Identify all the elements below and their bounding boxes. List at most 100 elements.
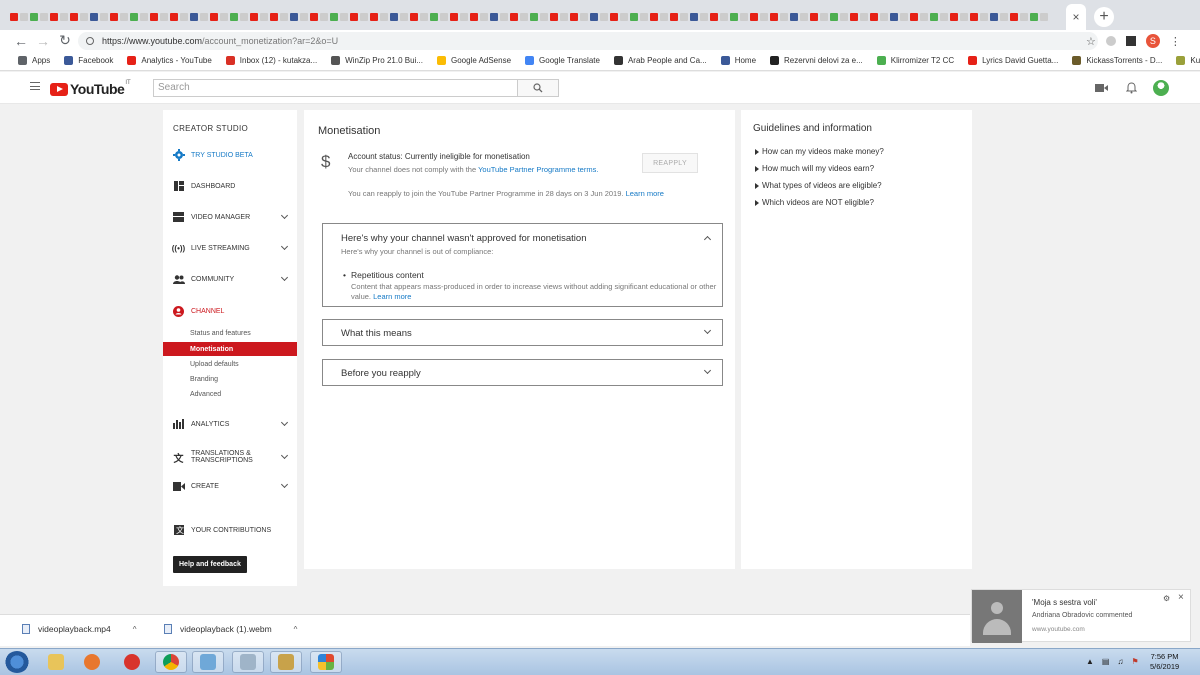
chevron-down-icon[interactable]: [703, 326, 712, 335]
tab-favicon[interactable]: [690, 12, 698, 21]
accordion-not-approved[interactable]: Here's why your channel wasn't approved …: [322, 223, 723, 307]
tab-favicon[interactable]: [1020, 12, 1028, 21]
guideline-link[interactable]: What types of videos are eligible?: [755, 181, 882, 190]
partner-terms-link[interactable]: YouTube Partner Programme terms.: [478, 165, 598, 174]
volume-icon[interactable]: ♫: [1117, 657, 1123, 666]
extension-badge-icon[interactable]: [1125, 36, 1136, 46]
flag-icon[interactable]: ⚑: [1131, 657, 1138, 666]
network-icon[interactable]: ▤: [1102, 657, 1110, 666]
tab-favicon[interactable]: [600, 12, 608, 21]
tab-favicon[interactable]: [170, 12, 178, 21]
sidebar-item-live-streaming[interactable]: ((•)) LIVE STREAMING: [163, 240, 297, 256]
download-item[interactable]: videoplayback.mp4 ^: [22, 624, 137, 634]
tab-favicon[interactable]: [190, 12, 198, 21]
tab-favicon[interactable]: [140, 12, 148, 21]
gear-icon[interactable]: ⚙: [1163, 594, 1170, 603]
bookmark-item[interactable]: Inbox (12) - kutakza...: [225, 56, 317, 65]
tab-favicon[interactable]: [540, 12, 548, 21]
tab-favicon[interactable]: [680, 12, 688, 21]
channel-sub-branding[interactable]: Branding: [163, 372, 297, 386]
tab-favicon[interactable]: [210, 12, 218, 21]
bookmark-item[interactable]: Arab People and Ca...: [613, 56, 707, 65]
tab-favicon[interactable]: [810, 12, 818, 21]
bookmark-item[interactable]: KickassTorrents - D...: [1072, 56, 1162, 65]
tab-favicon[interactable]: [770, 12, 778, 21]
tab-favicon[interactable]: [520, 12, 528, 21]
tab-favicon[interactable]: [900, 12, 908, 21]
chevron-up-icon[interactable]: ^: [133, 625, 137, 634]
tab-favicon[interactable]: [290, 12, 298, 21]
tab-favicon[interactable]: [80, 12, 88, 21]
tab-favicon[interactable]: [450, 12, 458, 21]
tab-favicon[interactable]: [650, 12, 658, 21]
chevron-up-icon[interactable]: ^: [294, 625, 298, 634]
chevron-down-icon[interactable]: [280, 273, 289, 282]
tab-favicon[interactable]: [420, 12, 428, 21]
tab-favicon[interactable]: [200, 12, 208, 21]
taskbar-explorer[interactable]: [40, 651, 72, 673]
tab-favicon[interactable]: [860, 12, 868, 21]
tab-favicon[interactable]: [360, 12, 368, 21]
tab-favicon[interactable]: [270, 12, 278, 21]
tab-favicon[interactable]: [40, 12, 48, 21]
accordion-heading[interactable]: Before you reapply: [341, 368, 421, 379]
tab-favicon[interactable]: [870, 12, 878, 21]
chevron-up-icon[interactable]: [703, 235, 712, 244]
accordion-before-you-reapply[interactable]: Before you reapply: [322, 359, 723, 386]
taskbar-chrome[interactable]: [155, 651, 187, 673]
tab-favicon[interactable]: [50, 12, 58, 21]
tab-favicon[interactable]: [940, 12, 948, 21]
tab-favicon[interactable]: [960, 12, 968, 21]
tab-favicon[interactable]: [430, 12, 438, 21]
channel-sub-monetisation[interactable]: Monetisation: [163, 342, 297, 356]
tab-favicon[interactable]: [660, 12, 668, 21]
chevron-down-icon[interactable]: [703, 366, 712, 375]
info-icon[interactable]: [86, 37, 94, 45]
tab-favicon[interactable]: [320, 12, 328, 21]
tab-favicon[interactable]: [440, 12, 448, 21]
bookmark-item[interactable]: Google Translate: [525, 56, 600, 65]
menu-dots-icon[interactable]: ⋮: [1170, 35, 1181, 48]
tab-favicon[interactable]: [630, 12, 638, 21]
tab-favicon[interactable]: [1010, 12, 1018, 21]
search-input[interactable]: Search: [153, 79, 518, 97]
channel-sub-advanced[interactable]: Advanced: [163, 387, 297, 401]
tab-favicon[interactable]: [480, 12, 488, 21]
tab-favicon[interactable]: [460, 12, 468, 21]
profile-avatar[interactable]: S: [1145, 34, 1160, 48]
tab-favicon[interactable]: [310, 12, 318, 21]
tab-favicon[interactable]: [280, 12, 288, 21]
guideline-link[interactable]: Which videos are NOT eligible?: [755, 198, 874, 207]
tab-favicon[interactable]: [820, 12, 828, 21]
star-icon[interactable]: ☆: [1086, 35, 1096, 48]
tab-favicon[interactable]: [300, 12, 308, 21]
tab-favicon[interactable]: [10, 12, 18, 21]
violation-learn-more-link[interactable]: Learn more: [373, 292, 411, 301]
tab-favicon[interactable]: [700, 12, 708, 21]
tab-favicon[interactable]: [1000, 12, 1008, 21]
tab-favicon[interactable]: [70, 12, 78, 21]
tab-favicon[interactable]: [220, 12, 228, 21]
taskbar-clock[interactable]: 7:56 PM 5/6/2019: [1150, 652, 1179, 672]
tab-favicon[interactable]: [260, 12, 268, 21]
start-button[interactable]: [5, 651, 29, 673]
back-arrow-icon[interactable]: ←: [10, 33, 32, 49]
tab-favicon[interactable]: [250, 12, 258, 21]
tab-favicon[interactable]: [950, 12, 958, 21]
youtube-logo[interactable]: YouTube IT: [50, 80, 131, 97]
bookmark-item[interactable]: Analytics - YouTube: [127, 56, 212, 65]
taskbar-app[interactable]: [116, 651, 148, 673]
tab-favicon[interactable]: [1030, 12, 1038, 21]
tab-favicon[interactable]: [110, 12, 118, 21]
tab-favicon[interactable]: [130, 12, 138, 21]
tab-favicon[interactable]: [970, 12, 978, 21]
tab-favicon[interactable]: [920, 12, 928, 21]
tab-favicons[interactable]: [10, 12, 1062, 21]
sidebar-item-create[interactable]: CREATE: [163, 478, 297, 494]
tab-favicon[interactable]: [590, 12, 598, 21]
taskbar-app[interactable]: [270, 651, 302, 673]
tab-favicon[interactable]: [510, 12, 518, 21]
tab-favicon[interactable]: [880, 12, 888, 21]
extension-icon[interactable]: [1105, 36, 1116, 46]
tab-favicon[interactable]: [800, 12, 808, 21]
